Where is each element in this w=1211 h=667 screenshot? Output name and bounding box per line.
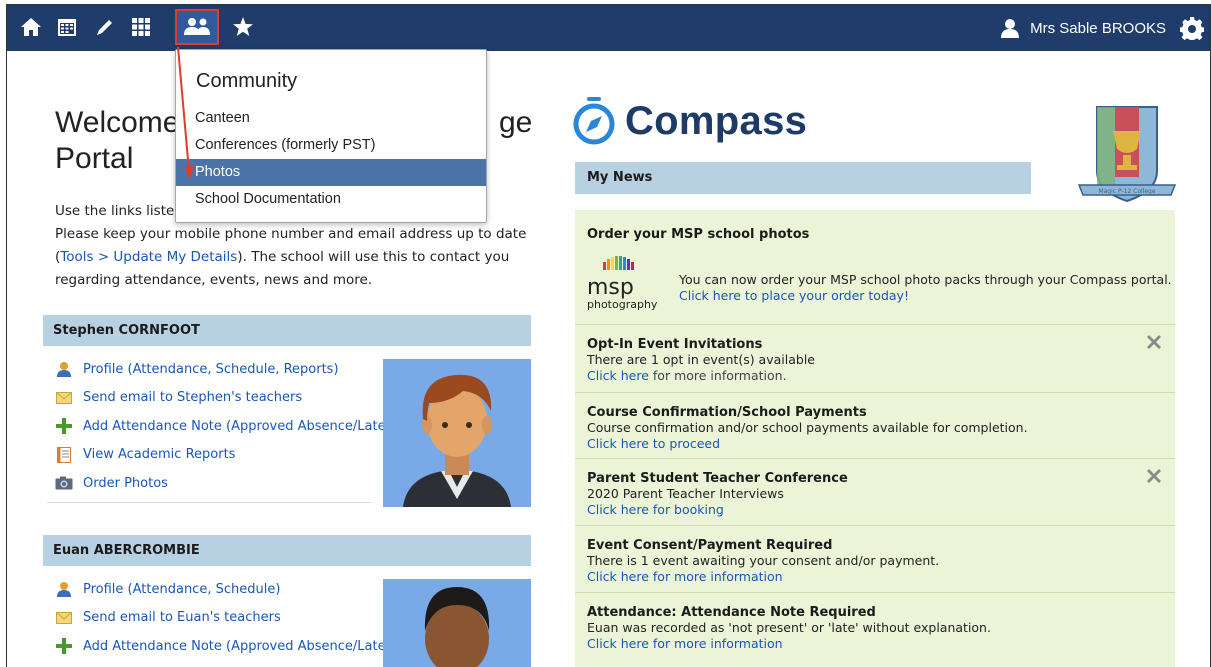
intro-line-3: (Tools > Update My Details). The school … bbox=[55, 246, 535, 269]
news-link-row: Click here for more information. bbox=[587, 368, 1175, 384]
user-name: Mrs Sable BROOKS bbox=[1030, 19, 1166, 37]
compass-wordmark: Compass bbox=[625, 98, 808, 143]
welcome-heading: Welcome Portal bbox=[55, 105, 180, 175]
envelope-icon bbox=[55, 610, 73, 626]
profile-link[interactable]: Profile (Attendance, Schedule, Reports) bbox=[55, 355, 391, 384]
gear-icon[interactable] bbox=[1180, 16, 1204, 40]
news-body: You can now order your MSP school photo … bbox=[679, 272, 1172, 287]
crest-text: Magic P-12 College bbox=[1098, 188, 1155, 195]
msp-subtitle: photography bbox=[587, 298, 658, 311]
news-item: Course Confirmation/School Payments Cour… bbox=[575, 392, 1175, 458]
menu-item-conferences[interactable]: Conferences (formerly PST) bbox=[176, 132, 486, 159]
add-attendance-note-label: Add Attendance Note (Approved Absence/La… bbox=[83, 638, 391, 654]
email-teachers-label: Send email to Stephen's teachers bbox=[83, 390, 303, 406]
plus-icon bbox=[55, 418, 73, 435]
divider bbox=[47, 502, 371, 503]
pencil-icon[interactable] bbox=[91, 13, 119, 41]
student-header: Euan ABERCROMBIE bbox=[43, 535, 531, 566]
msp-photography-logo: msp photography bbox=[587, 250, 671, 314]
intro-line-4: regarding attendance, events, news and m… bbox=[55, 272, 373, 288]
student-photo-avatar bbox=[383, 579, 531, 667]
news-item: Parent Student Teacher Conference 2020 P… bbox=[575, 458, 1175, 525]
close-icon[interactable] bbox=[1147, 335, 1161, 349]
news-link[interactable]: Click here for more information bbox=[587, 636, 1175, 652]
annotation-arrow bbox=[177, 46, 194, 179]
news-title: Event Consent/Payment Required bbox=[587, 538, 833, 553]
news-item: Opt-In Event Invitations There are 1 opt… bbox=[575, 324, 1175, 392]
student-links: Profile (Attendance, Schedule) Send emai… bbox=[55, 575, 391, 661]
welcome-line-1: Welcome bbox=[55, 106, 180, 139]
compass-icon bbox=[573, 97, 615, 145]
welcome-line-2: Portal bbox=[55, 142, 134, 175]
news-item: Attendance: Attendance Note Required Eua… bbox=[575, 592, 1175, 667]
community-dropdown-menu: Community Canteen Conferences (formerly … bbox=[175, 49, 487, 223]
add-attendance-note-link[interactable]: Add Attendance Note (Approved Absence/La… bbox=[55, 412, 391, 441]
user-icon bbox=[1001, 19, 1020, 38]
student-header: Stephen CORNFOOT bbox=[43, 315, 531, 346]
camera-icon bbox=[55, 475, 73, 491]
news-title: Order your MSP school photos bbox=[587, 227, 810, 242]
msp-name: msp bbox=[587, 275, 634, 300]
report-icon bbox=[55, 446, 73, 463]
academic-reports-label: View Academic Reports bbox=[83, 447, 236, 463]
menu-item-photos[interactable]: Photos bbox=[176, 159, 486, 186]
profile-link-label: Profile (Attendance, Schedule) bbox=[83, 581, 281, 597]
news-title: Parent Student Teacher Conference bbox=[587, 471, 848, 486]
academic-reports-link[interactable]: View Academic Reports bbox=[55, 441, 391, 470]
intro-line-2: Please keep your mobile phone number and… bbox=[55, 226, 527, 242]
menu-item-canteen[interactable]: Canteen bbox=[176, 105, 486, 132]
news-link[interactable]: Click here for more information bbox=[587, 569, 1175, 585]
profile-icon bbox=[55, 361, 73, 378]
news-link[interactable]: Click here to proceed bbox=[587, 436, 1175, 452]
star-icon[interactable] bbox=[229, 13, 257, 41]
add-attendance-note-label: Add Attendance Note (Approved Absence/La… bbox=[83, 418, 391, 434]
welcome-line-1-tail: ge bbox=[499, 106, 533, 139]
add-attendance-note-link[interactable]: Add Attendance Note (Approved Absence/La… bbox=[55, 632, 391, 661]
msp-text-block: You can now order your MSP school photo … bbox=[679, 272, 1172, 304]
news-body: 2020 Parent Teacher Interviews bbox=[587, 486, 784, 501]
email-teachers-link[interactable]: Send email to Euan's teachers bbox=[55, 604, 391, 633]
news-body: There are 1 opt in event(s) available bbox=[587, 352, 815, 367]
intro-line-3-rest: ). The school will use this to contact y… bbox=[237, 249, 510, 265]
news-link[interactable]: Click here to place your order today! bbox=[679, 288, 1172, 304]
profile-link-label: Profile (Attendance, Schedule, Reports) bbox=[83, 361, 339, 377]
news-link-rest: for more information. bbox=[648, 368, 787, 383]
plus-icon bbox=[55, 638, 73, 655]
my-news-header: My News bbox=[575, 162, 1031, 194]
news-link[interactable]: Click here for booking bbox=[587, 502, 1175, 518]
menu-item-school-documentation[interactable]: School Documentation bbox=[176, 186, 486, 213]
user-menu[interactable]: Mrs Sable BROOKS bbox=[1000, 5, 1166, 51]
order-photos-label: Order Photos bbox=[83, 475, 168, 491]
school-crest-logo: Magic P-12 College bbox=[1077, 106, 1177, 203]
apps-grid-icon[interactable] bbox=[127, 13, 155, 41]
calendar-icon[interactable] bbox=[53, 13, 81, 41]
profile-icon bbox=[55, 581, 73, 598]
news-title: Opt-In Event Invitations bbox=[587, 337, 763, 352]
news-item: Order your MSP school photos msp photogr… bbox=[575, 210, 1175, 324]
dropdown-title: Community bbox=[196, 70, 298, 92]
envelope-icon bbox=[55, 390, 73, 406]
news-item: Event Consent/Payment Required There is … bbox=[575, 525, 1175, 592]
community-icon[interactable] bbox=[175, 9, 219, 45]
update-details-link[interactable]: Tools > Update My Details bbox=[60, 249, 237, 265]
student-photo-avatar bbox=[383, 359, 531, 507]
profile-link[interactable]: Profile (Attendance, Schedule) bbox=[55, 575, 391, 604]
news-body: Course confirmation and/or school paymen… bbox=[587, 420, 1028, 435]
news-body: Euan was recorded as 'not present' or 'l… bbox=[587, 620, 991, 635]
news-link[interactable]: Click here bbox=[587, 368, 649, 383]
email-teachers-label: Send email to Euan's teachers bbox=[83, 610, 281, 626]
email-teachers-link[interactable]: Send email to Stephen's teachers bbox=[55, 384, 391, 413]
news-title: Attendance: Attendance Note Required bbox=[587, 605, 876, 620]
news-panel: Order your MSP school photos msp photogr… bbox=[575, 210, 1175, 667]
news-body: There is 1 event awaiting your consent a… bbox=[587, 553, 940, 568]
news-title: Course Confirmation/School Payments bbox=[587, 405, 867, 420]
close-icon[interactable] bbox=[1147, 469, 1161, 483]
compass-logo: Compass bbox=[573, 97, 807, 145]
order-photos-link[interactable]: Order Photos bbox=[55, 469, 391, 498]
app-frame: Mrs Sable BROOKS Welcome Portal ge Use t… bbox=[6, 4, 1211, 667]
student-links: Profile (Attendance, Schedule, Reports) … bbox=[55, 355, 391, 498]
home-icon[interactable] bbox=[17, 13, 45, 41]
